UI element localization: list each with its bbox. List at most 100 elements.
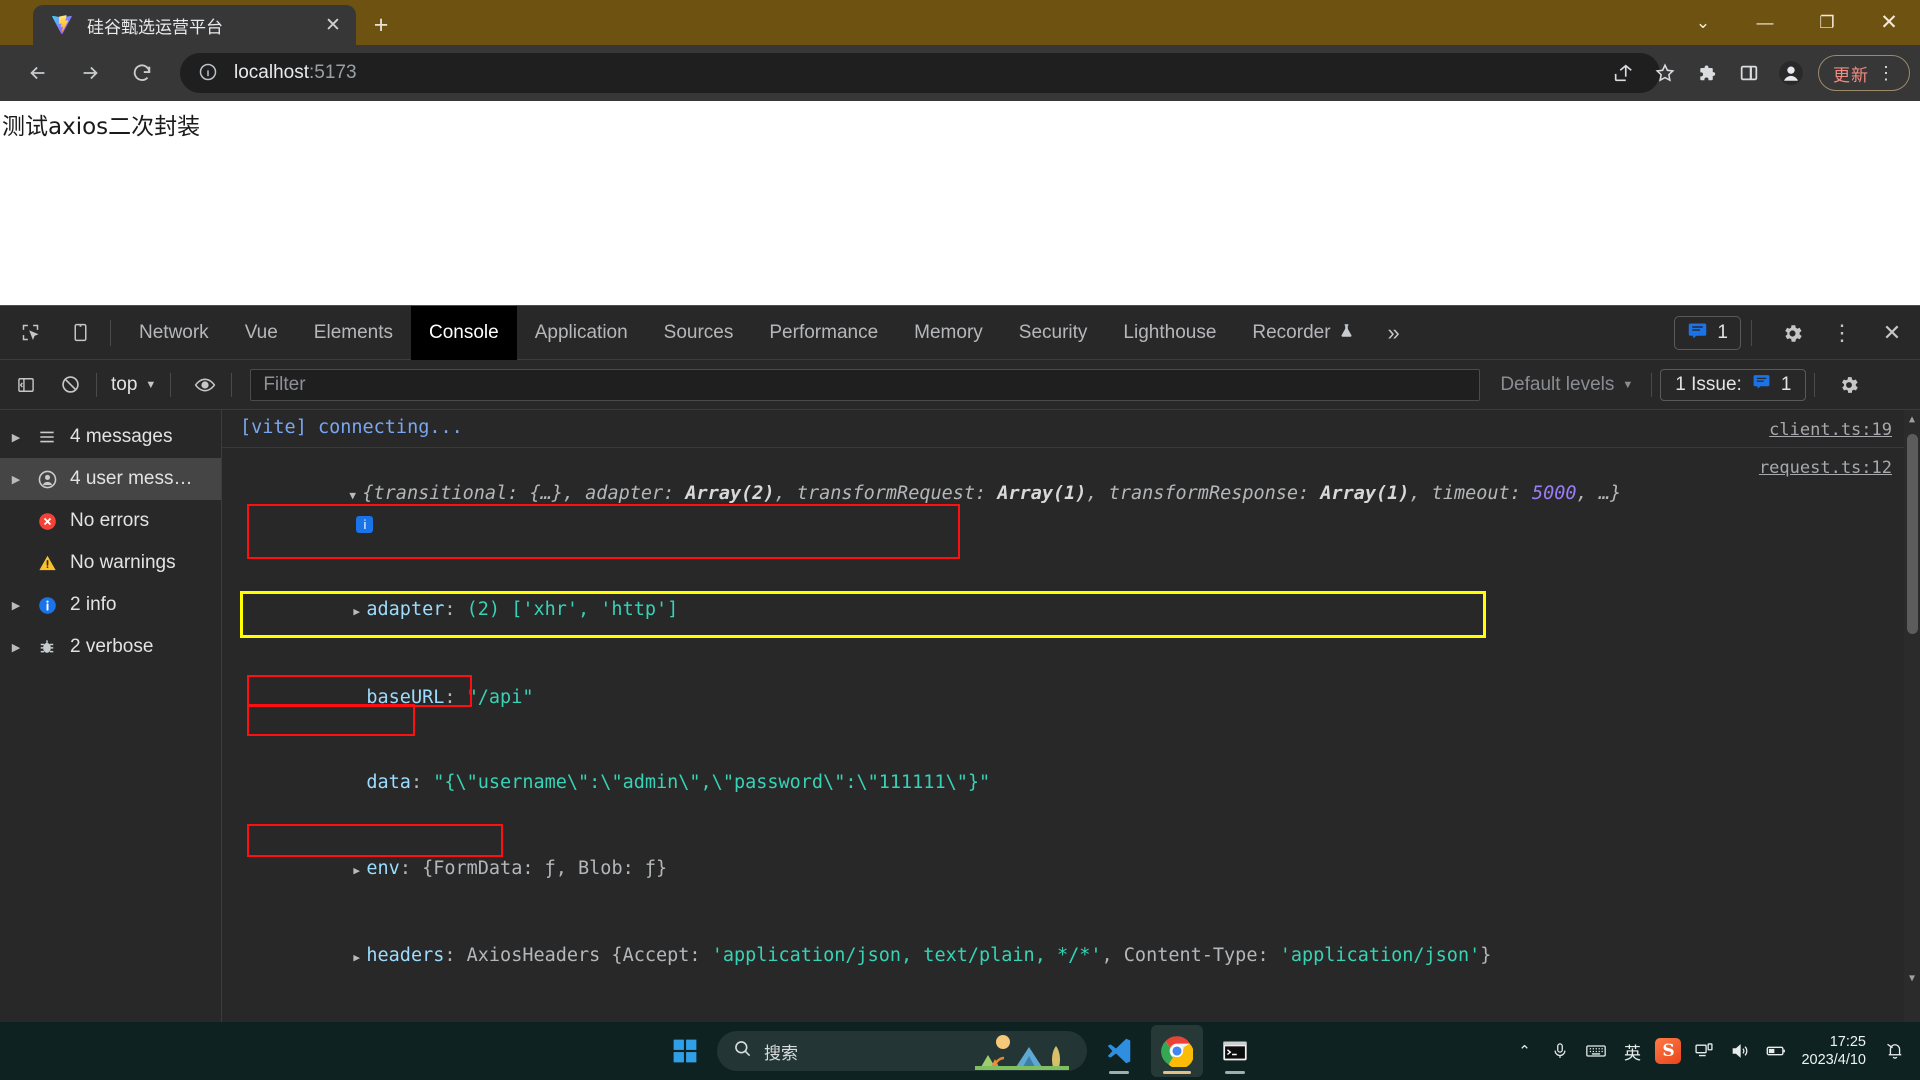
console-row-request-object[interactable]: request.ts:12 ▼ {transitional: {…}, adapt…: [222, 448, 1920, 1024]
sidebar-item-errors[interactable]: ▶ No errors: [0, 500, 221, 542]
prop-headers[interactable]: ▶ headers: AxiosHeaders {Accept: 'applica…: [222, 914, 1920, 1002]
address-bar[interactable]: localhost:5173: [180, 53, 1660, 93]
profile-icon[interactable]: [1770, 52, 1812, 94]
console-sidebar-toggle-icon[interactable]: [8, 367, 44, 403]
browser-menu-icon[interactable]: ⋮: [1869, 64, 1903, 82]
console-row-vite[interactable]: [vite] connecting... client.ts:19: [222, 410, 1920, 448]
object-summary-line[interactable]: ▼ {transitional: {…}, adapter: Array(2), …: [222, 452, 1920, 568]
extensions-puzzle-icon[interactable]: [1686, 52, 1728, 94]
sidebar-item-info[interactable]: ▶ 2 info: [0, 584, 221, 626]
sidebar-item-verbose[interactable]: ▶ 2 verbose: [0, 626, 221, 668]
taskbar-app-terminal[interactable]: [1209, 1025, 1261, 1077]
forward-button[interactable]: [68, 51, 112, 95]
ime-language-indicator[interactable]: 英: [1615, 1022, 1649, 1080]
more-tabs-button[interactable]: »: [1372, 306, 1416, 360]
source-link-request[interactable]: request.ts:12: [1759, 454, 1892, 483]
notifications-bell-icon[interactable]: [1878, 1022, 1912, 1080]
clear-console-icon[interactable]: [52, 367, 88, 403]
scrollbar-up-arrow-icon[interactable]: ▲: [1904, 412, 1920, 428]
volume-icon[interactable]: [1723, 1022, 1757, 1080]
expand-arrow-icon[interactable]: ▶: [8, 431, 24, 444]
expand-arrow-icon-user[interactable]: ▶: [8, 473, 24, 486]
console-filter-input[interactable]: Filter: [250, 368, 1481, 401]
expand-arrow-env-icon[interactable]: ▶: [353, 857, 366, 886]
site-info-icon[interactable]: [198, 62, 220, 84]
prop-env[interactable]: ▶ env: {FormData: ƒ, Blob: ƒ}: [222, 826, 1920, 914]
tab-close-icon[interactable]: ✕: [320, 12, 346, 38]
console-scrollbar[interactable]: ▲ ▼: [1904, 410, 1920, 1023]
message-count-badge[interactable]: 1: [1674, 316, 1741, 350]
issues-counter[interactable]: 1 Issue: 1: [1660, 368, 1807, 401]
url-port: :5173: [309, 62, 357, 83]
mic-icon[interactable]: [1543, 1022, 1577, 1080]
bookmark-star-icon[interactable]: [1644, 52, 1686, 94]
sogou-input-icon[interactable]: S: [1651, 1022, 1685, 1080]
taskbar-app-chrome[interactable]: [1151, 1025, 1203, 1077]
console-output[interactable]: [vite] connecting... client.ts:19 reques…: [222, 410, 1920, 1023]
network-icon[interactable]: [1687, 1022, 1721, 1080]
tab-console[interactable]: Console: [411, 305, 517, 360]
sidebar-item-user-messages[interactable]: ▶ 4 user mess…: [0, 458, 221, 500]
keyboard-icon[interactable]: [1579, 1022, 1613, 1080]
prop-headers-accept-val: 'application/json, text/plain, */*': [711, 945, 1102, 966]
tab-performance[interactable]: Performance: [751, 306, 896, 360]
devtools-close-icon[interactable]: ✕: [1872, 313, 1912, 353]
browser-tab[interactable]: 硅谷甄选运营平台 ✕: [33, 5, 356, 45]
object-info-badge[interactable]: i: [356, 515, 374, 533]
scrollbar-thumb[interactable]: [1907, 434, 1918, 634]
tab-elements[interactable]: Elements: [296, 306, 411, 360]
tab-sources[interactable]: Sources: [646, 306, 752, 360]
side-panel-icon[interactable]: [1728, 52, 1770, 94]
scrollbar-down-arrow-icon[interactable]: ▼: [1904, 971, 1920, 987]
clock[interactable]: 17:25 2023/4/10: [1795, 1033, 1876, 1069]
device-toolbar-icon[interactable]: [60, 313, 100, 353]
expand-arrow-adapter-icon[interactable]: ▶: [353, 598, 366, 627]
tab-network[interactable]: Network: [121, 306, 227, 360]
prop-adapter[interactable]: ▶ adapter: (2) ['xhr', 'http']: [222, 568, 1920, 656]
reload-button[interactable]: [120, 51, 164, 95]
expand-arrow-headers-icon[interactable]: ▶: [353, 944, 366, 973]
tray-chevron-up-icon[interactable]: ⌃: [1507, 1022, 1541, 1080]
console-settings-gear-icon[interactable]: [1831, 367, 1867, 403]
devtools-kebab-menu-icon[interactable]: ⋮: [1822, 313, 1862, 353]
share-icon[interactable]: [1602, 52, 1644, 94]
console-filter-placeholder: Filter: [263, 373, 306, 395]
clock-time: 17:25: [1829, 1034, 1866, 1050]
summary-timeout-val: 5000: [1531, 483, 1577, 504]
prop-maxbodylength[interactable]: ▶maxBodyLength: -1: [222, 1001, 1920, 1023]
execution-context-selector[interactable]: top ▼: [105, 374, 162, 396]
summary-treq-val: Array(1): [997, 483, 1087, 504]
tab-memory[interactable]: Memory: [896, 306, 1001, 360]
window-minimize-button[interactable]: —: [1734, 0, 1796, 45]
battery-icon[interactable]: [1759, 1022, 1793, 1080]
sidebar-item-messages[interactable]: ▶ 4 messages: [0, 416, 221, 458]
prop-env-val: {FormData: ƒ, Blob: ƒ}: [422, 857, 668, 879]
tab-memory-label: Memory: [914, 321, 983, 343]
back-button[interactable]: [16, 51, 60, 95]
collapse-arrow-icon[interactable]: ▼: [349, 482, 362, 511]
inspect-element-icon[interactable]: [10, 313, 50, 353]
window-close-button[interactable]: ✕: [1858, 0, 1920, 45]
expand-arrow-icon-info[interactable]: ▶: [8, 599, 24, 612]
window-maximize-button[interactable]: ❐: [1796, 0, 1858, 45]
devtools-settings-gear-icon[interactable]: [1772, 313, 1812, 353]
start-button[interactable]: [659, 1025, 711, 1077]
issues-count: 1: [1780, 373, 1792, 395]
live-expression-eye-icon[interactable]: [187, 367, 223, 403]
update-button[interactable]: 更新 ⋮: [1818, 55, 1910, 91]
expand-arrow-icon-verbose[interactable]: ▶: [8, 641, 24, 654]
tab-vue[interactable]: Vue: [227, 306, 296, 360]
tab-security[interactable]: Security: [1001, 306, 1106, 360]
source-link-client[interactable]: client.ts:19: [1769, 416, 1892, 445]
sidebar-item-warnings[interactable]: ▶ No warnings: [0, 542, 221, 584]
log-levels-selector[interactable]: Default levels ▼: [1490, 374, 1643, 396]
new-tab-button[interactable]: +: [365, 10, 397, 40]
sidebar-item-errors-label: No errors: [70, 510, 150, 531]
tab-recorder[interactable]: Recorder: [1234, 306, 1371, 360]
prop-headers-ct-key: Content-Type:: [1123, 945, 1269, 966]
tab-lighthouse[interactable]: Lighthouse: [1105, 306, 1234, 360]
taskbar-search-box[interactable]: 搜索: [717, 1031, 1087, 1071]
taskbar-app-vscode[interactable]: [1093, 1025, 1145, 1077]
tab-application[interactable]: Application: [517, 306, 646, 360]
tab-search-chevron-icon[interactable]: ⌄: [1672, 0, 1734, 45]
